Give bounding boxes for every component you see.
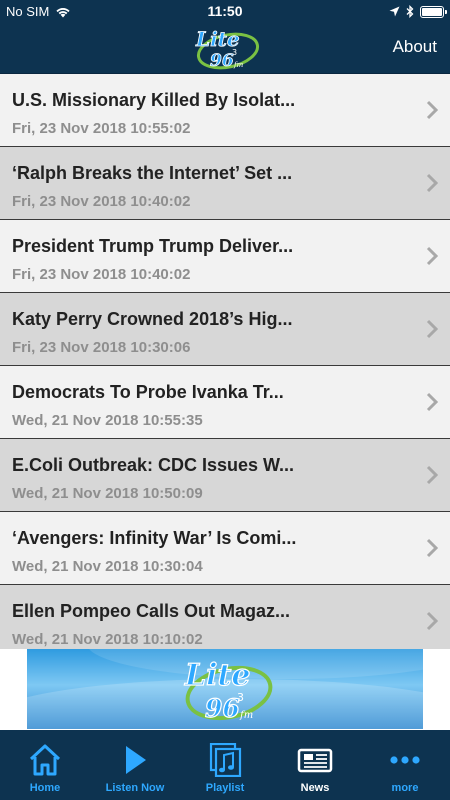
news-title: Katy Perry Crowned 2018’s Hig... <box>12 309 293 329</box>
news-title: E.Coli Outbreak: CDC Issues W... <box>12 455 295 475</box>
chevron-right-icon <box>426 392 438 412</box>
tab-label: News <box>300 782 330 794</box>
news-title: U.S. Missionary Killed By Isolat... <box>12 90 296 110</box>
battery-icon <box>420 5 447 18</box>
nav-bar: Lite 96 3 fm About <box>0 24 450 74</box>
news-title: Democrats To Probe Ivanka Tr... <box>12 382 284 402</box>
news-row[interactable]: ‘Avengers: Infinity War’ Is Comi... Wed,… <box>0 512 450 585</box>
chevron-right-icon <box>426 538 438 558</box>
news-date: Wed, 21 Nov 2018 10:10:02 <box>12 631 203 648</box>
chevron-right-icon <box>426 100 438 120</box>
playlist-icon <box>209 743 242 777</box>
news-icon <box>297 748 333 773</box>
station-logo: Lite 96 3 fm <box>195 27 260 71</box>
news-date: Fri, 23 Nov 2018 10:40:02 <box>12 266 191 283</box>
news-date: Fri, 23 Nov 2018 10:30:06 <box>12 339 191 356</box>
tab-listen-now[interactable]: Listen Now <box>90 730 180 800</box>
banner-logo-number: 96 <box>205 694 240 723</box>
logo-superscript: 3 <box>232 48 237 57</box>
tab-home[interactable]: Home <box>0 730 90 800</box>
chevron-right-icon <box>426 465 438 485</box>
tab-label: Home <box>29 782 61 794</box>
play-icon <box>126 746 146 774</box>
tab-bar: Home Listen Now Playlist News more <box>0 730 450 800</box>
tab-label: more <box>391 782 419 794</box>
banner-logo-lite: Lite <box>184 658 250 693</box>
news-date: Wed, 21 Nov 2018 10:50:09 <box>12 485 203 502</box>
news-row[interactable]: Ellen Pompeo Calls Out Magaz... Wed, 21 … <box>0 585 450 649</box>
home-icon <box>29 744 61 776</box>
status-right <box>389 5 447 18</box>
logo-suffix: fm <box>233 61 244 69</box>
news-row[interactable]: Democrats To Probe Ivanka Tr... Wed, 21 … <box>0 366 450 439</box>
more-icon <box>390 756 420 764</box>
news-title: ‘Avengers: Infinity War’ Is Comi... <box>12 528 297 548</box>
banner-station-logo: Lite 96 3 fm <box>183 657 273 724</box>
news-title: Ellen Pompeo Calls Out Magaz... <box>12 601 291 621</box>
news-list: U.S. Missionary Killed By Isolat... Fri,… <box>0 74 450 649</box>
about-button[interactable]: About <box>393 37 437 57</box>
news-date: Wed, 21 Nov 2018 10:55:35 <box>12 412 203 429</box>
news-date: Fri, 23 Nov 2018 10:55:02 <box>12 120 191 137</box>
news-row[interactable]: Katy Perry Crowned 2018’s Hig... Fri, 23… <box>0 293 450 366</box>
bluetooth-icon <box>406 5 414 18</box>
tab-playlist[interactable]: Playlist <box>180 730 270 800</box>
location-icon <box>389 6 400 17</box>
news-title: President Trump Trump Deliver... <box>12 236 294 256</box>
tab-more[interactable]: more <box>360 730 450 800</box>
banner-logo-suffix: fm <box>239 710 253 721</box>
news-row[interactable]: President Trump Trump Deliver... Fri, 23… <box>0 220 450 293</box>
banner-logo-superscript: 3 <box>237 691 244 704</box>
news-title: ‘Ralph Breaks the Internet’ Set ... <box>12 163 293 183</box>
ad-banner[interactable]: Lite 96 3 fm <box>27 649 423 729</box>
tab-news[interactable]: News <box>270 730 360 800</box>
news-row[interactable]: U.S. Missionary Killed By Isolat... Fri,… <box>0 74 450 147</box>
news-row[interactable]: ‘Ralph Breaks the Internet’ Set ... Fri,… <box>0 147 450 220</box>
logo-number-text: 96 <box>210 51 234 71</box>
chevron-right-icon <box>426 611 438 631</box>
tab-label: Listen Now <box>105 782 165 794</box>
status-bar: No SIM 11:50 <box>0 0 450 24</box>
chevron-right-icon <box>426 246 438 266</box>
tab-label: Playlist <box>205 782 245 794</box>
chevron-right-icon <box>426 319 438 339</box>
news-date: Wed, 21 Nov 2018 10:30:04 <box>12 558 203 575</box>
news-date: Fri, 23 Nov 2018 10:40:02 <box>12 193 191 210</box>
chevron-right-icon <box>426 173 438 193</box>
status-time: 11:50 <box>207 3 243 19</box>
news-row[interactable]: E.Coli Outbreak: CDC Issues W... Wed, 21… <box>0 439 450 512</box>
